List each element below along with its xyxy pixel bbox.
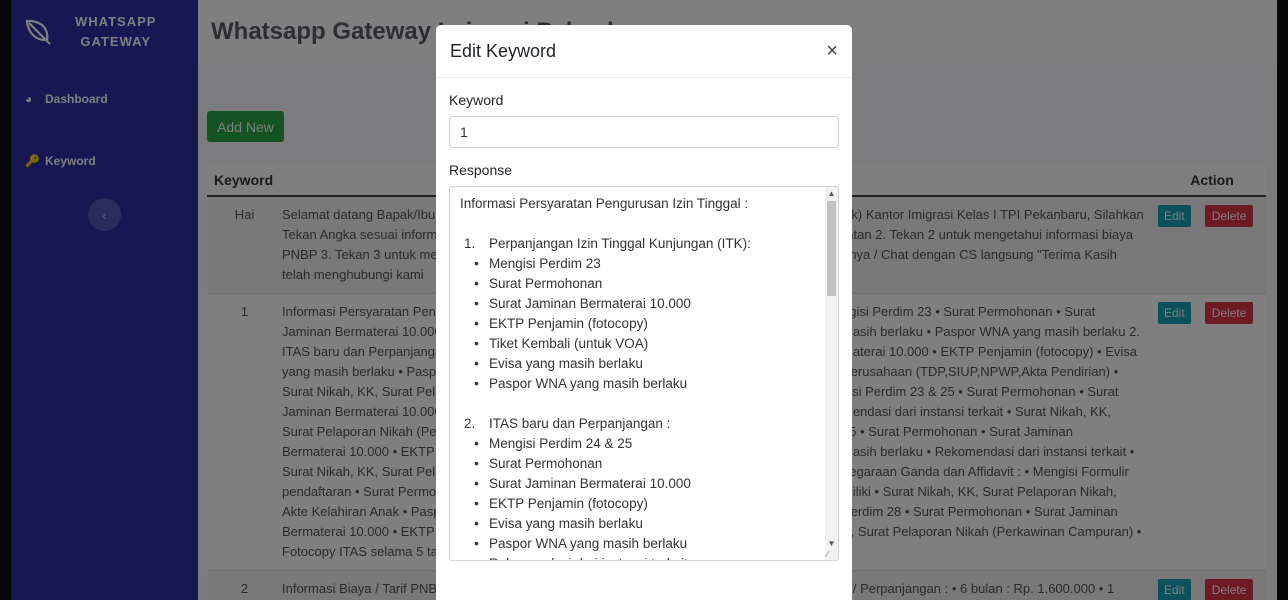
response-list-item: • Mengisi Perdim 23 bbox=[474, 256, 601, 271]
response-section-title: 1. Perpanjangan Izin Tinggal Kunjungan (I… bbox=[464, 236, 751, 251]
textarea-scrollbar[interactable]: ▲ ▼ bbox=[825, 187, 838, 560]
response-list-item: • Surat Jaminan Bermaterai 10.000 bbox=[474, 296, 691, 311]
response-list-item: • Surat Jaminan Bermaterai 10.000 bbox=[474, 476, 691, 491]
response-list-item: • Surat Permohonan bbox=[474, 456, 603, 471]
modal-body: Keyword 1 Response Informasi Persyaratan… bbox=[436, 78, 852, 575]
resize-grip-icon[interactable]: ∕ bbox=[827, 549, 837, 559]
response-list-item: • Mengisi Perdim 24 & 25 bbox=[474, 436, 633, 451]
response-list-item: •Rekomendasi dari instansi terkait bbox=[460, 554, 814, 560]
response-list-item: • Tiket Kembali (untuk VOA) bbox=[474, 336, 649, 351]
scroll-thumb[interactable] bbox=[827, 201, 836, 296]
keyword-input[interactable]: 1 bbox=[449, 116, 839, 148]
response-list-item: • Evisa yang masih berlaku bbox=[474, 356, 643, 371]
response-list-item: • Paspor WNA yang masih berlaku bbox=[474, 536, 688, 551]
scroll-down-icon[interactable]: ▼ bbox=[827, 539, 836, 548]
response-textarea[interactable]: Informasi Persyaratan Pengurusan Izin Ti… bbox=[449, 186, 839, 561]
edit-keyword-modal: Edit Keyword × Keyword 1 Response Inform… bbox=[436, 25, 852, 600]
close-icon[interactable]: × bbox=[826, 41, 838, 61]
response-section-title: 2. ITAS baru dan Perpanjangan : bbox=[464, 416, 671, 431]
response-heading: Informasi Persyaratan Pengurusan Izin Ti… bbox=[460, 196, 749, 211]
response-list-item: • Paspor WNA yang masih berlaku bbox=[474, 376, 688, 391]
modal-title: Edit Keyword bbox=[450, 40, 557, 61]
keyword-label: Keyword bbox=[449, 92, 504, 108]
scroll-up-icon[interactable]: ▲ bbox=[827, 189, 836, 198]
response-list-item: • Surat Permohonan bbox=[474, 276, 603, 291]
response-list-item: • EKTP Penjamin (fotocopy) bbox=[474, 316, 648, 331]
response-list-item: • Evisa yang masih berlaku bbox=[474, 516, 643, 531]
response-label: Response bbox=[449, 162, 513, 178]
modal-header: Edit Keyword × bbox=[436, 25, 852, 78]
response-list-item: • EKTP Penjamin (fotocopy) bbox=[474, 496, 648, 511]
response-text: Informasi Persyaratan Pengurusan Izin Ti… bbox=[450, 187, 838, 560]
